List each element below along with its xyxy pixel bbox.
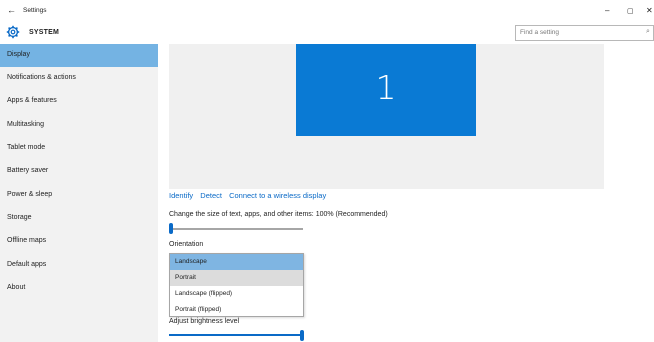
option-label: Landscape bbox=[175, 258, 207, 265]
orientation-option-portrait[interactable]: Portrait bbox=[170, 270, 303, 286]
monitor-number: 1 bbox=[375, 68, 397, 107]
detect-link[interactable]: Detect bbox=[200, 191, 222, 200]
window-title: Settings bbox=[23, 7, 47, 14]
back-arrow-icon[interactable]: ← bbox=[7, 5, 16, 15]
sidebar-item-default-apps[interactable]: Default apps bbox=[0, 254, 158, 277]
sidebar-item-label: Multitasking bbox=[7, 121, 44, 128]
sidebar: Display Notifications & actions Apps & f… bbox=[0, 44, 158, 342]
gear-icon bbox=[6, 25, 20, 39]
sidebar-item-apps-features[interactable]: Apps & features bbox=[0, 90, 158, 113]
sidebar-item-notifications[interactable]: Notifications & actions bbox=[0, 67, 158, 90]
orientation-option-landscape[interactable]: Landscape bbox=[170, 254, 303, 270]
sidebar-item-power-sleep[interactable]: Power & sleep bbox=[0, 184, 158, 207]
minimize-button[interactable]: – bbox=[605, 6, 609, 15]
connect-wireless-link[interactable]: Connect to a wireless display bbox=[229, 191, 326, 200]
page-title: SYSTEM bbox=[29, 29, 59, 36]
monitor-tile[interactable]: 1 bbox=[296, 44, 476, 136]
sidebar-item-label: Display bbox=[7, 51, 30, 58]
sidebar-item-label: About bbox=[7, 284, 26, 291]
orientation-dropdown[interactable]: Landscape Portrait Landscape (flipped) P… bbox=[169, 253, 304, 317]
sidebar-item-label: Apps & features bbox=[7, 97, 57, 104]
search-placeholder: Find a setting bbox=[520, 29, 560, 36]
brightness-label: Adjust brightness level bbox=[169, 318, 240, 325]
sidebar-item-multitasking[interactable]: Multitasking bbox=[0, 114, 158, 137]
close-button[interactable]: ✕ bbox=[646, 6, 653, 15]
identify-link[interactable]: Identify bbox=[169, 191, 193, 200]
brightness-slider-track[interactable] bbox=[169, 334, 303, 336]
option-label: Portrait bbox=[175, 274, 196, 281]
sidebar-item-label: Offline maps bbox=[7, 237, 47, 244]
option-label: Landscape (flipped) bbox=[175, 290, 233, 297]
title-bar: ← Settings – ▢ ✕ bbox=[0, 0, 654, 22]
sidebar-item-battery-saver[interactable]: Battery saver bbox=[0, 160, 158, 183]
search-input[interactable]: Find a setting ⌕ bbox=[515, 25, 654, 41]
sidebar-item-storage[interactable]: Storage bbox=[0, 207, 158, 230]
sidebar-item-about[interactable]: About bbox=[0, 277, 158, 300]
search-icon[interactable]: ⌕ bbox=[646, 28, 650, 36]
sidebar-item-tablet-mode[interactable]: Tablet mode bbox=[0, 137, 158, 160]
sidebar-item-label: Default apps bbox=[7, 261, 47, 268]
scale-slider-thumb[interactable] bbox=[169, 223, 173, 234]
orientation-option-landscape-flipped[interactable]: Landscape (flipped) bbox=[170, 286, 303, 302]
sidebar-item-label: Battery saver bbox=[7, 167, 49, 174]
maximize-button[interactable]: ▢ bbox=[627, 7, 634, 15]
scale-slider-track[interactable] bbox=[169, 228, 303, 230]
sidebar-item-display[interactable]: Display bbox=[0, 44, 158, 67]
display-links: Identify Detect Connect to a wireless di… bbox=[169, 191, 331, 200]
brightness-slider-thumb[interactable] bbox=[300, 330, 304, 341]
orientation-label: Orientation bbox=[169, 241, 204, 248]
sidebar-item-label: Notifications & actions bbox=[7, 74, 76, 81]
sidebar-item-label: Tablet mode bbox=[7, 144, 46, 151]
sidebar-item-label: Power & sleep bbox=[7, 191, 53, 198]
option-label: Portrait (flipped) bbox=[175, 306, 222, 313]
scale-label: Change the size of text, apps, and other… bbox=[169, 211, 388, 218]
display-preview: 1 bbox=[169, 44, 604, 189]
orientation-option-portrait-flipped[interactable]: Portrait (flipped) bbox=[170, 302, 303, 318]
sidebar-item-offline-maps[interactable]: Offline maps bbox=[0, 230, 158, 253]
sidebar-item-label: Storage bbox=[7, 214, 32, 221]
